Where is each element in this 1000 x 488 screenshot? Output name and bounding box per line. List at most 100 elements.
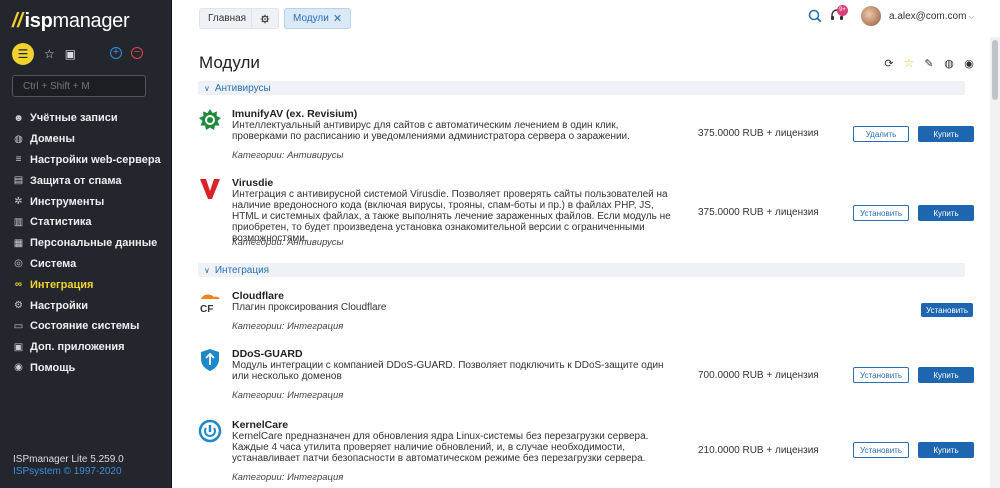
system-icon: ◎ [14, 258, 23, 270]
gear-icon: ✲ [14, 196, 23, 208]
sidebar-item-system-state[interactable]: ▭ Состояние системы [0, 316, 172, 337]
help-icon[interactable]: ◉ [962, 56, 976, 70]
install-button[interactable]: Установить [853, 367, 909, 383]
module-description: Плагин проксирования Cloudflare [232, 302, 387, 313]
sidebar-item-settings[interactable]: ⚙ Настройки [0, 295, 172, 316]
sidebar-item-extra-apps[interactable]: ▣ Доп. приложения [0, 337, 172, 358]
module-description: Интеграция с антивирусной системой Virus… [232, 189, 671, 244]
install-button[interactable]: Установить [853, 205, 909, 221]
ddos-guard-logo-icon [201, 349, 219, 371]
integration-icon: ∞ [14, 279, 23, 291]
module-price: 375.0000 RUB + лицензия [698, 128, 819, 139]
scrollbar-thumb[interactable] [992, 40, 998, 100]
apps-icon: ▣ [13, 341, 24, 353]
top-bar: Главная Модули ✕ 9+ a.alex@com.com ⌵ [173, 0, 1000, 36]
sidebar-item-system[interactable]: ◎ Система [0, 254, 172, 275]
app-logo[interactable]: //ispmanager [12, 10, 130, 33]
buy-button[interactable]: Купить [918, 126, 974, 142]
install-button[interactable]: Установить [921, 303, 973, 317]
page-actions: ⟳ ☆ ✎ ◍ ◉ [882, 56, 976, 70]
virusdie-logo-icon [200, 179, 220, 199]
uninstall-button[interactable]: Удалить [853, 126, 909, 142]
sidebar-item-statistics[interactable]: ▥ Статистика [0, 212, 172, 233]
scrollbar-track[interactable] [990, 37, 1000, 488]
module-category: Категории: Антивирусы [232, 237, 344, 248]
pin-icon[interactable]: ✎ [922, 56, 936, 70]
cog-icon [260, 14, 270, 23]
svg-text:CF: CF [200, 304, 213, 314]
module-cloudflare: CF Cloudflare Плагин проксирования Cloud… [198, 290, 973, 335]
module-virusdie: Virusdie Интеграция с антивирусной систе… [198, 177, 974, 248]
breadcrumb-gear[interactable] [251, 8, 279, 29]
sidebar-item-webserver[interactable]: ≡ Настройки web-сервера [0, 150, 172, 171]
page-title: Модули [199, 53, 260, 72]
sidebar-nav: ☻ Учётные записи ◍ Домены ≡ Настройки web-с… [0, 108, 172, 378]
module-description: KernelCare предназначен для обновления я… [232, 431, 649, 464]
buy-button[interactable]: Купить [918, 205, 974, 221]
globe-icon[interactable]: ◍ [942, 56, 956, 70]
user-menu[interactable]: a.alex@com.com ⌵ [889, 11, 975, 22]
sidebar-item-spam[interactable]: ▤ Защита от спама [0, 170, 172, 191]
sidebar-item-tools[interactable]: ✲ Инструменты [0, 191, 172, 212]
menu-list-icon[interactable]: ☰ [12, 43, 34, 65]
sidebar-item-help[interactable]: ◉ Помощь [0, 358, 172, 379]
module-name: Cloudflare [232, 290, 284, 302]
users-icon: ☻ [13, 112, 24, 124]
monitor-icon: ▭ [13, 320, 24, 332]
cloudflare-logo-icon: CF [200, 294, 220, 314]
quick-access: ☰ ☆ ▣ [12, 43, 76, 65]
chevron-down-icon: ∨ [204, 265, 210, 275]
menu-search-input[interactable] [12, 75, 146, 97]
module-category: Категории: Интеграция [232, 472, 344, 483]
favorite-star-icon[interactable]: ☆ [902, 56, 916, 70]
search-icon[interactable] [808, 9, 822, 23]
sidebar-item-domains[interactable]: ◍ Домены [0, 129, 172, 150]
add-icon[interactable]: + [110, 47, 122, 59]
module-name: ImunifyAV (ex. Revisium) [232, 108, 358, 120]
breadcrumb-modules[interactable]: Модули ✕ [284, 8, 352, 29]
module-price: 700.0000 RUB + лицензия [698, 370, 819, 381]
module-category: Категории: Антивирусы [232, 150, 344, 161]
module-description: Модуль интеграции с компанией DDoS-GUARD… [232, 360, 664, 382]
close-tab-icon[interactable]: ✕ [333, 12, 342, 25]
buy-button[interactable]: Купить [918, 442, 974, 458]
sliders-icon: ≡ [15, 154, 22, 166]
kernelcare-logo-icon [198, 419, 222, 443]
module-ddos-guard: DDoS-GUARD Модуль интеграции с компанией… [198, 348, 974, 403]
sidebar-item-accounts[interactable]: ☻ Учётные записи [0, 108, 172, 129]
breadcrumb-home[interactable]: Главная [199, 8, 256, 29]
id-card-icon: ▦ [13, 237, 24, 249]
imunify-logo-icon [199, 109, 221, 130]
sidebar: //ispmanager ☰ ☆ ▣ + − ☻Учётные записи ◍… [0, 0, 172, 488]
sidebar-item-personal-data[interactable]: ▦ Персональные данные [0, 233, 172, 254]
main-content: Модули ⟳ ☆ ✎ ◍ ◉ ∨ Антивирусы ImunifyAV (… [173, 37, 990, 488]
module-price: 210.0000 RUB + лицензия [698, 445, 819, 456]
module-price: 375.0000 RUB + лицензия [698, 207, 819, 218]
module-name: KernelCare [232, 419, 289, 431]
module-imunifyav: ImunifyAV (ex. Revisium) Интеллектуальны… [198, 108, 974, 164]
globe-icon: ◍ [14, 133, 23, 145]
star-icon[interactable]: ☆ [44, 47, 55, 61]
install-button[interactable]: Установить [853, 442, 909, 458]
notification-badge[interactable]: 9+ [837, 5, 848, 16]
module-name: DDoS-GUARD [232, 348, 303, 360]
module-description: Интеллектуальный антивирус для сайтов с … [232, 120, 630, 142]
module-name: Virusdie [232, 177, 274, 189]
refresh-icon[interactable]: ⟳ [882, 56, 896, 70]
section-integration[interactable]: ∨ Интеграция [198, 263, 965, 277]
help-icon: ◉ [14, 362, 23, 374]
chevron-down-icon: ∨ [204, 83, 210, 93]
chevron-down-icon: ⌵ [966, 12, 975, 21]
section-antivirus[interactable]: ∨ Антивирусы [198, 81, 965, 95]
avatar[interactable] [861, 6, 881, 26]
briefcase-icon[interactable]: ▣ [65, 47, 76, 61]
chart-icon: ▥ [13, 216, 24, 228]
module-category: Категории: Интеграция [232, 321, 344, 332]
remove-icon[interactable]: − [131, 47, 143, 59]
buy-button[interactable]: Купить [918, 367, 974, 383]
module-kernelcare: KernelCare KernelCare предназначен для о… [198, 419, 974, 488]
sidebar-item-integration[interactable]: ∞ Интеграция [0, 274, 172, 295]
copyright-link[interactable]: ISPsystem © 1997-2020 [13, 466, 122, 477]
spam-shield-icon: ▤ [13, 175, 24, 187]
settings-icon: ⚙ [14, 300, 23, 312]
